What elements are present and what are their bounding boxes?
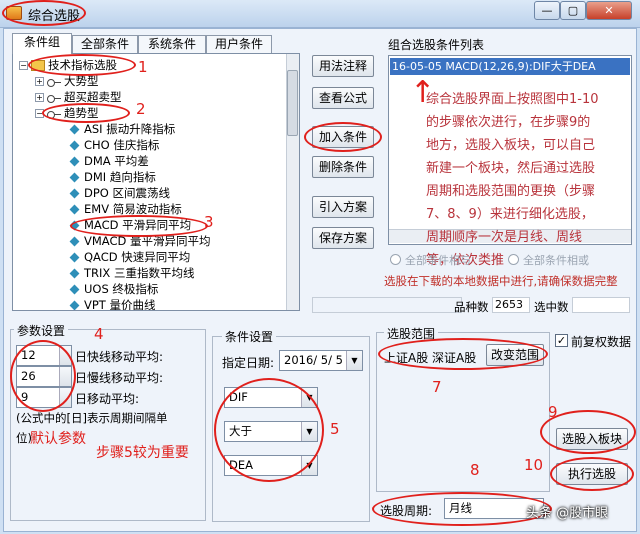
tab-system-conditions[interactable]: 系统条件 [138,35,206,53]
annotation-circle-macd [70,215,208,237]
indicator-icon [69,140,80,151]
annotation-4: 4 [94,325,104,343]
radio-all-or-label: 全部条件相或 [523,254,589,267]
radio-all-and[interactable] [390,254,401,265]
stock-count-label: 品种数 [454,300,489,314]
tree-item-dma[interactable]: DMA 平均差 [69,153,149,169]
tree-item-vpt[interactable]: VPT 量价曲线 [69,297,155,310]
usage-button[interactable]: 用法注释 [312,55,374,77]
radio-all-and-label: 全部条件相与 [405,254,471,267]
annotation-8: 8 [470,461,480,479]
indicator-icon [69,236,80,247]
tree-item-dmi[interactable]: DMI 趋向指标 [69,169,156,185]
annotation-2: 2 [136,100,146,118]
indicator-icon [69,300,80,310]
param-slow-ma-label: 日慢线移动平均: [75,371,164,385]
annotation-circle-trend [42,103,130,123]
tree-scrollbar-thumb[interactable] [287,70,298,136]
tab-user-conditions[interactable]: 用户条件 [206,35,272,53]
indicator-icon [69,124,80,135]
maximize-button[interactable]: ▢ [560,1,586,20]
radio-all-or[interactable] [508,254,519,265]
save-plan-button[interactable]: 保存方案 [312,227,374,249]
params-note: (公式中的[日]表示周期间隔单 [16,411,168,425]
annotation-circle-execute [550,457,634,491]
indicator-icon [69,284,80,295]
tree-item-trix[interactable]: TRIX 三重指数平均线 [69,265,194,281]
annotation-circle-period [372,492,552,526]
annotation-3: 3 [204,213,214,231]
annotation-5: 5 [330,420,340,438]
key-icon [47,94,61,103]
stock-count-value: 2653 [492,297,530,313]
selected-count-value [572,297,630,313]
annotation-circle-technical [28,54,136,76]
tree-item-cho[interactable]: CHO 佳庆指标 [69,137,159,153]
param-fast-ma-label: 日快线移动平均: [75,350,164,364]
annotation-circle-conditions [214,378,324,482]
condition-list-title: 组合选股条件列表 [388,38,485,52]
annotation-circle-add [304,122,382,152]
annotation-circle-range [378,338,548,370]
tab-all-conditions[interactable]: 全部条件 [72,35,138,53]
tab-condition-group[interactable]: 条件组 [12,33,72,54]
date-dropdown-icon[interactable]: ▼ [346,351,362,370]
indicator-tree[interactable]: − 技术指标选股 + 大势型 + 超买超卖型 − 趋势型 ASI 振动升降指标 CHO … [12,53,300,311]
date-label: 指定日期: [222,356,275,370]
progress-bar [312,297,462,313]
annotation-7: 7 [432,378,442,396]
forward-rights-checkbox[interactable]: ✓ [555,334,568,347]
download-note: 选股在下载的本地数据中进行,请确保数据完整 [384,274,618,288]
minimize-button[interactable]: — [534,1,560,20]
param-signal-ma-label: 日移动平均: [75,392,140,406]
watermark: 头条 @股市眼 [526,506,609,521]
import-plan-button[interactable]: 引入方案 [312,196,374,218]
delete-condition-button[interactable]: 删除条件 [312,156,374,178]
indicator-icon [69,172,80,183]
annotation-circle-params [10,340,76,412]
view-formula-button[interactable]: 查看公式 [312,87,374,109]
key-icon [47,78,61,87]
condition-list-item[interactable]: 16-05-05 MACD(12,26,9):DIF大于DEA [390,58,630,75]
indicator-icon [69,156,80,167]
indicator-icon [69,252,80,263]
forward-rights-label: 前复权数据 [571,335,632,349]
indicator-icon [69,188,80,199]
annotation-10: 10 [524,456,544,474]
close-button[interactable]: ✕ [586,1,632,20]
step5-note: 步骤5较为重要 [96,445,189,461]
expand-icon[interactable]: + [35,77,44,86]
condition-settings-title: 条件设置 [222,328,277,345]
tree-item-dpo[interactable]: DPO 区间震荡线 [69,185,170,201]
selected-count-label: 选中数 [534,300,569,314]
explanation-text: 综合选股界面上按照图中1-10 的步骤依次进行，在步骤9的 地方，选股入板块，可… [426,92,599,268]
indicator-icon [69,268,80,279]
params-title: 参数设置 [14,322,69,339]
annotation-circle-title [2,0,86,26]
default-params-note: 默认参数 [30,431,86,447]
tree-item-uos[interactable]: UOS 终极指标 [69,281,158,297]
annotation-9: 9 [548,403,558,421]
indicator-icon [69,204,80,215]
tree-item-qacd[interactable]: QACD 快速异同平均 [69,249,190,265]
annotation-1: 1 [138,58,148,76]
collapse-icon[interactable]: − [19,61,28,70]
expand-icon[interactable]: + [35,93,44,102]
tree-item-asi[interactable]: ASI 振动升降指标 [69,121,175,137]
